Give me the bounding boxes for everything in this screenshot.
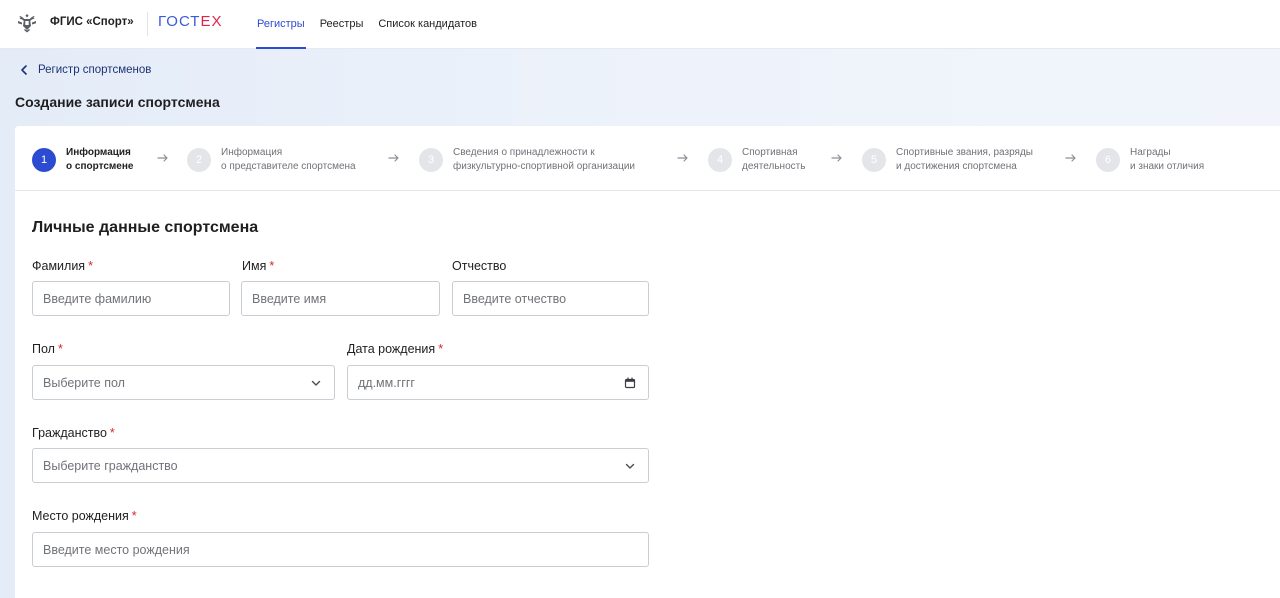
- header-divider: [147, 12, 148, 36]
- stepper: 1 Информация о спортсмене 2 Информация о п…: [15, 126, 1280, 191]
- step-label: Информация о представителе спортсмена: [221, 147, 356, 172]
- required-mark: *: [269, 259, 275, 273]
- step-sports-activity[interactable]: 4 Спортивная деятельность: [708, 146, 805, 174]
- step-label: Сведения о принадлежности к физкультурно-…: [453, 147, 635, 172]
- step-number: 2: [187, 148, 211, 172]
- step-organization[interactable]: 3 Сведения о принадлежности к физкультурн…: [419, 146, 635, 174]
- step-label: Спортивные звания, разряды и достижения с…: [896, 147, 1033, 172]
- last-name-placeholder: Введите фамилию: [43, 291, 152, 306]
- calendar-icon[interactable]: [624, 377, 636, 389]
- nav-item-registries[interactable]: Реестры: [320, 0, 364, 49]
- citizenship-placeholder: Выберите гражданство: [43, 458, 178, 473]
- birth-place-input[interactable]: Введите место рождения: [32, 532, 649, 567]
- arrow-right-icon: [831, 154, 842, 162]
- gender-label: Пол *: [32, 342, 63, 356]
- step-awards[interactable]: 6 Награды и знаки отличия: [1096, 146, 1204, 174]
- required-mark: *: [57, 342, 63, 356]
- required-mark: *: [88, 259, 93, 273]
- step-number: 3: [419, 148, 443, 172]
- section-title: Личные данные спортсмена: [32, 219, 259, 236]
- step-number: 6: [1096, 148, 1120, 172]
- gostech-logo-main: ГОСТ: [158, 13, 201, 30]
- arrow-right-icon: [1065, 154, 1076, 162]
- citizenship-select[interactable]: Выберите гражданство: [32, 448, 649, 483]
- step-label: Награды и знаки отличия: [1130, 147, 1205, 172]
- step-number: 5: [862, 148, 886, 172]
- chevron-left-icon: [21, 65, 27, 75]
- middle-name-input[interactable]: Введите отчество: [452, 281, 649, 316]
- top-header: ФГИС «Спорт» ГОСТЕХ Регистры Реестры Спи…: [0, 0, 1280, 49]
- birth-date-input[interactable]: дд.мм.гггг: [347, 365, 649, 400]
- middle-name-placeholder: Введите отчество: [463, 291, 567, 306]
- chevron-down-icon: [625, 463, 635, 469]
- brand-name[interactable]: ФГИС «Спорт»: [50, 16, 134, 28]
- first-name-placeholder: Введите имя: [252, 291, 327, 306]
- page-title: Создание записи спортсмена: [15, 94, 220, 110]
- main-nav: Регистры Реестры Список кандидатов: [256, 0, 477, 49]
- arrow-right-icon: [677, 154, 688, 162]
- first-name-input[interactable]: Введите имя: [241, 281, 440, 316]
- step-athlete-info[interactable]: 1 Информация о спортсмене: [32, 146, 133, 174]
- required-mark: *: [109, 426, 115, 440]
- birth-date-placeholder: дд.мм.гггг: [358, 375, 415, 390]
- nav-item-candidates[interactable]: Список кандидатов: [378, 0, 477, 49]
- step-titles-achievements[interactable]: 5 Спортивные звания, разряды и достижения…: [862, 146, 1033, 174]
- citizenship-label: Гражданство *: [32, 426, 115, 440]
- back-link-label: Регистр спортсменов: [38, 64, 152, 76]
- step-representative-info[interactable]: 2 Информация о представителе спортсмена: [187, 146, 356, 174]
- arrow-right-icon: [157, 154, 168, 162]
- first-name-label: Имя *: [242, 259, 275, 273]
- nav-item-registers[interactable]: Регистры: [256, 0, 306, 49]
- gender-select[interactable]: Выберите пол: [32, 365, 335, 400]
- form-card: 1 Информация о спортсмене 2 Информация о п…: [15, 126, 1280, 598]
- step-number: 1: [32, 148, 56, 172]
- coat-of-arms-icon[interactable]: [15, 11, 39, 35]
- birth-date-label: Дата рождения *: [347, 342, 444, 356]
- last-name-input[interactable]: Введите фамилию: [32, 281, 230, 316]
- step-number: 4: [708, 148, 732, 172]
- step-label: Спортивная деятельность: [742, 147, 806, 172]
- step-label: Информация о спортсмене: [66, 147, 134, 172]
- gender-placeholder: Выберите пол: [43, 375, 125, 390]
- chevron-down-icon: [311, 380, 321, 386]
- middle-name-label: Отчество: [452, 259, 507, 273]
- birth-place-label: Место рождения *: [32, 509, 137, 523]
- required-mark: *: [438, 342, 444, 356]
- required-mark: *: [131, 509, 137, 523]
- last-name-label: Фамилия *: [32, 259, 93, 273]
- birth-place-placeholder: Введите место рождения: [43, 542, 190, 557]
- gostech-logo[interactable]: ГОСТЕХ: [158, 13, 222, 30]
- back-link[interactable]: Регистр спортсменов: [18, 63, 151, 77]
- gostech-logo-accent: ЕХ: [200, 13, 223, 30]
- arrow-right-icon: [388, 154, 399, 162]
